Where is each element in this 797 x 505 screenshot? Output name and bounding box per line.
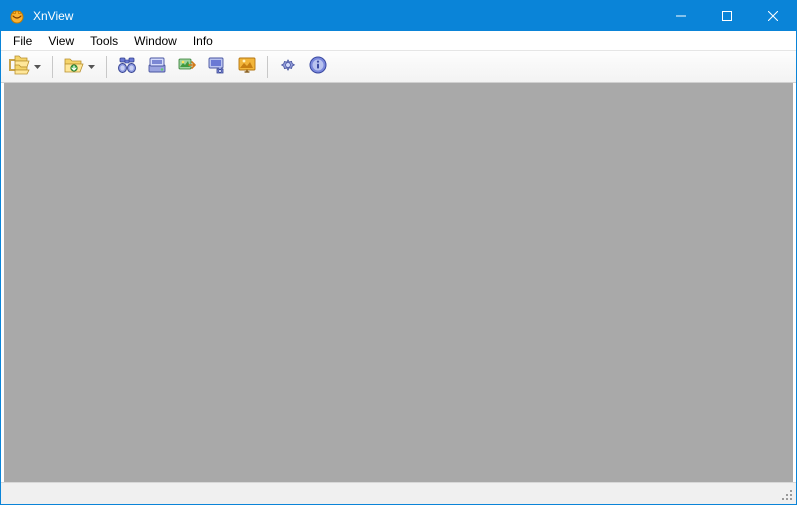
- convert-icon: [177, 55, 197, 78]
- menu-info[interactable]: Info: [185, 32, 221, 50]
- capture-icon: [207, 55, 227, 78]
- capture-button[interactable]: [203, 54, 231, 80]
- gear-icon: [278, 55, 298, 78]
- menu-file[interactable]: File: [5, 32, 40, 50]
- dropdown-caret-icon: [86, 65, 96, 69]
- about-button[interactable]: [304, 54, 332, 80]
- batch-convert-button[interactable]: [173, 54, 201, 80]
- folder-tree-icon: [9, 55, 31, 78]
- menu-window[interactable]: Window: [126, 32, 185, 50]
- search-button[interactable]: [113, 54, 141, 80]
- slideshow-icon: [237, 55, 257, 78]
- binoculars-icon: [117, 55, 137, 78]
- dropdown-caret-icon: [32, 65, 42, 69]
- menubar: File View Tools Window Info: [1, 31, 796, 51]
- menu-tools[interactable]: Tools: [82, 32, 126, 50]
- mdi-client-area: [4, 83, 793, 482]
- window-title: XnView: [33, 9, 73, 23]
- scanner-icon: [147, 55, 167, 78]
- minimize-button[interactable]: [658, 1, 704, 31]
- info-icon: [308, 55, 328, 78]
- acquire-button[interactable]: [143, 54, 171, 80]
- toolbar-separator: [267, 56, 268, 78]
- maximize-button[interactable]: [704, 1, 750, 31]
- options-button[interactable]: [274, 54, 302, 80]
- app-icon: [9, 8, 25, 24]
- titlebar[interactable]: XnView: [1, 1, 796, 31]
- main-window: XnView File View Tools Window Info: [0, 0, 797, 505]
- open-button[interactable]: [59, 54, 100, 80]
- browse-button[interactable]: [5, 54, 46, 80]
- open-folder-icon: [63, 55, 85, 78]
- close-button[interactable]: [750, 1, 796, 31]
- menu-view[interactable]: View: [40, 32, 82, 50]
- statusbar: [1, 482, 796, 504]
- resize-grip[interactable]: [782, 490, 794, 502]
- toolbar-separator: [52, 56, 53, 78]
- toolbar: [1, 51, 796, 83]
- toolbar-separator: [106, 56, 107, 78]
- slideshow-button[interactable]: [233, 54, 261, 80]
